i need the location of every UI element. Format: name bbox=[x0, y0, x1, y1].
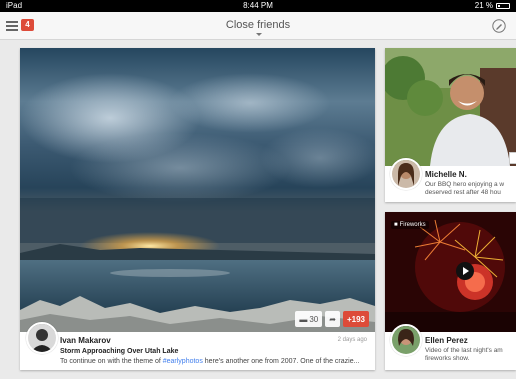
post-text-line: fireworks show. bbox=[425, 355, 470, 362]
post-photo-bbq[interactable] bbox=[385, 48, 516, 166]
post-timestamp: 2 days ago bbox=[337, 337, 367, 343]
profile-photo bbox=[28, 324, 56, 352]
camera-icon: ■ bbox=[394, 222, 398, 228]
avatar[interactable] bbox=[390, 158, 422, 190]
comment-count: 30 bbox=[309, 314, 319, 324]
battery-percent: 21 % bbox=[474, 1, 493, 10]
circle-selector[interactable]: Close friends bbox=[0, 19, 516, 31]
post-photo-storm[interactable] bbox=[20, 48, 375, 332]
share-button[interactable]: ➦ bbox=[325, 311, 340, 327]
avatar[interactable] bbox=[390, 324, 422, 356]
compose-button[interactable] bbox=[492, 19, 506, 33]
author-name[interactable]: Ivan Makarov bbox=[60, 336, 111, 345]
chevron-down-icon bbox=[256, 33, 262, 36]
post-text-line: Video of the last night's am bbox=[425, 347, 503, 354]
clock: 8:44 PM bbox=[243, 1, 273, 10]
app-bar: 4 Close friends bbox=[0, 12, 516, 40]
post-card-main[interactable]: ▬ 30 ➦ +193 Ivan Makarov 2 days ago Stor… bbox=[20, 48, 375, 370]
post-actions: ▬ 30 ➦ +193 bbox=[295, 311, 369, 327]
status-bar: iPad 8:44 PM 21 % bbox=[0, 0, 516, 12]
post-card-ellen[interactable]: ■ Fireworks Ellen Perez Video of the las… bbox=[385, 212, 516, 370]
comment-icon: ▬ bbox=[299, 314, 308, 324]
post-label: ■ Fireworks bbox=[391, 221, 429, 229]
play-button[interactable] bbox=[456, 262, 474, 280]
author-name[interactable]: Ellen Perez bbox=[425, 336, 468, 345]
profile-photo bbox=[392, 160, 420, 188]
plus-one-button[interactable]: +193 bbox=[342, 311, 369, 327]
post-video-fireworks[interactable] bbox=[385, 212, 516, 332]
pencil-icon bbox=[492, 19, 506, 33]
post-text-line: Our BBQ hero enjoying a w bbox=[425, 181, 505, 188]
comment-button[interactable]: ▬ 30 bbox=[295, 311, 323, 327]
post-card-michelle[interactable]: Michelle N. Our BBQ hero enjoying a w de… bbox=[385, 48, 516, 202]
battery-icon bbox=[496, 3, 510, 9]
author-name[interactable]: Michelle N. bbox=[425, 170, 467, 179]
post-footer: Ivan Makarov 2 days ago Storm Approachin… bbox=[20, 322, 375, 370]
post-text-line: deserved rest after 48 hou bbox=[425, 189, 501, 196]
post-body: To continue on with the theme of #earlyp… bbox=[60, 358, 360, 365]
profile-photo bbox=[392, 326, 420, 354]
post-title: Storm Approaching Over Utah Lake bbox=[60, 348, 179, 355]
hashtag-link[interactable]: #earlyphotos bbox=[163, 358, 203, 365]
avatar[interactable] bbox=[26, 322, 58, 354]
battery-indicator: 21 % bbox=[475, 0, 510, 12]
share-icon: ➦ bbox=[329, 314, 336, 324]
share-handle[interactable] bbox=[509, 152, 516, 164]
